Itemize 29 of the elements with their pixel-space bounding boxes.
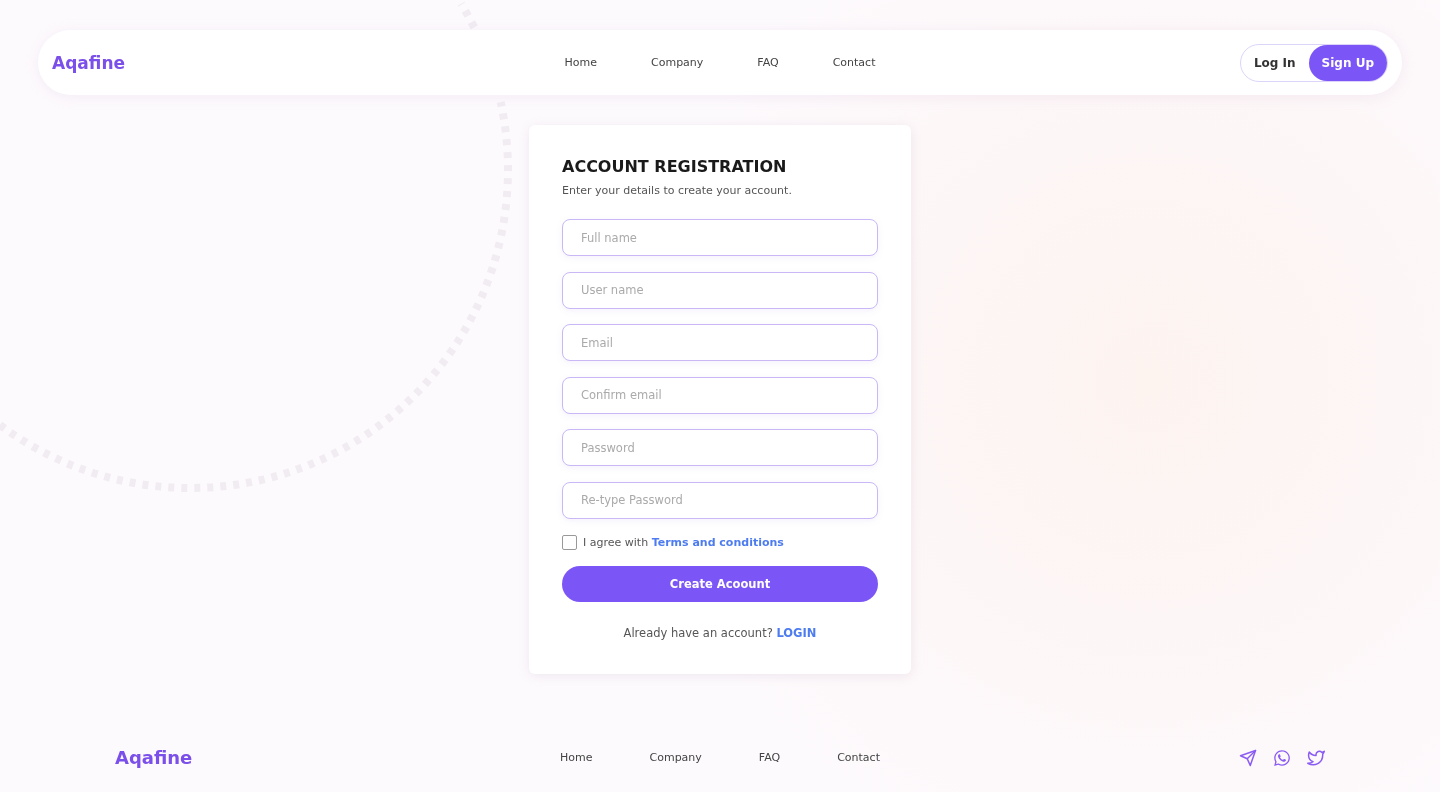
- input-field[interactable]: Email: [562, 324, 878, 361]
- input-field[interactable]: User name: [562, 271, 878, 309]
- form-subtitle: Enter your details to create your account.: [562, 184, 793, 197]
- checkbox[interactable]: [562, 535, 577, 550]
- whatsapp-icon[interactable]: [1273, 748, 1291, 767]
- sign-up-button[interactable]: Sign Up: [1308, 44, 1387, 81]
- nav-link[interactable]: Contact: [832, 56, 876, 69]
- nav-link[interactable]: FAQ: [757, 56, 779, 69]
- nav-link[interactable]: Home: [564, 56, 597, 69]
- form-title: ACCOUNT REGISTRATION: [562, 157, 788, 176]
- footer-link[interactable]: FAQ: [758, 751, 781, 764]
- input-field[interactable]: Re-type Password: [562, 481, 878, 519]
- nav-link[interactable]: Company: [651, 56, 704, 69]
- input-field[interactable]: Confirm email: [562, 376, 878, 414]
- footer-link[interactable]: Contact: [837, 751, 880, 764]
- login-prompt: Already have an account? LOGIN: [622, 626, 818, 640]
- terms-link[interactable]: Terms and conditions: [651, 536, 784, 549]
- input-field[interactable]: Full name: [562, 219, 878, 256]
- login-link[interactable]: LOGIN: [776, 626, 817, 640]
- paper-plane-icon[interactable]: [1239, 748, 1257, 767]
- footer-link[interactable]: Company: [649, 751, 702, 764]
- footer-logo[interactable]: Aqafine: [115, 747, 561, 768]
- log-in-button[interactable]: Log In: [1240, 44, 1309, 81]
- input-field[interactable]: Password: [562, 429, 878, 466]
- agree-text: I agree with Terms and conditions: [583, 536, 784, 549]
- logo[interactable]: Aqafine: [52, 52, 565, 73]
- bird-icon[interactable]: [1307, 748, 1325, 767]
- create-account-button[interactable]: Create Acoount: [562, 566, 878, 602]
- footer-link[interactable]: Home: [560, 751, 593, 764]
